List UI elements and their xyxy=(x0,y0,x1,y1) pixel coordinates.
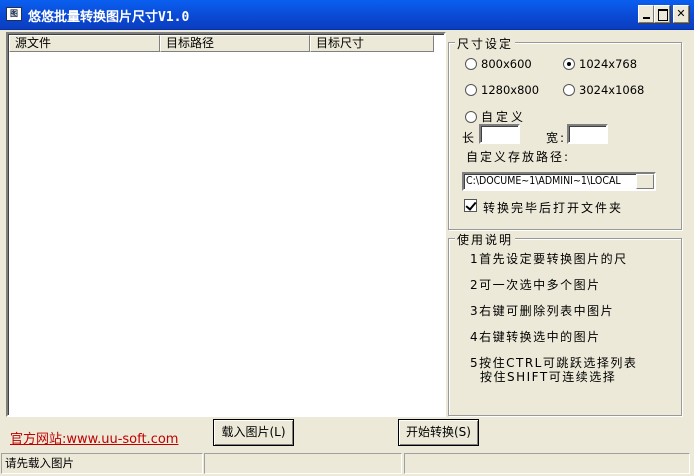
help-title: 使用说明 xyxy=(455,231,516,248)
width-input[interactable] xyxy=(567,124,608,144)
help-line: 3右键可删除列表中图片 xyxy=(470,304,615,318)
close-icon[interactable]: ✕ xyxy=(673,5,689,23)
help-line: 按住SHIFT可连续选择 xyxy=(480,370,617,384)
radio-off-icon xyxy=(465,84,477,96)
radio-off-icon xyxy=(465,110,477,123)
open-folder-label: 转换完毕后打开文件夹 xyxy=(483,201,624,215)
width-label: 宽: xyxy=(546,131,567,145)
radio-on-icon xyxy=(563,58,575,70)
status-panel-2 xyxy=(204,453,402,474)
open-folder-checkbox[interactable] xyxy=(464,199,477,212)
length-label: 长 xyxy=(462,131,477,145)
radio-1280x800-label: 1280x800 xyxy=(481,83,540,97)
status-panel-3 xyxy=(404,453,690,474)
column-target-size[interactable]: 目标尺寸 xyxy=(310,35,434,52)
size-settings-title: 尺寸设定 xyxy=(455,35,516,52)
maximize-icon[interactable] xyxy=(654,5,670,23)
length-input[interactable] xyxy=(479,124,520,144)
radio-1280x800[interactable]: 1280x800 xyxy=(465,83,539,97)
radio-3024x1068-label: 3024x1068 xyxy=(579,83,645,97)
status-panel-message: 请先载入图片 xyxy=(1,453,203,474)
help-line: 2可一次选中多个图片 xyxy=(470,278,601,292)
column-target-path[interactable]: 目标路径 xyxy=(160,35,310,52)
radio-3024x1068[interactable]: 3024x1068 xyxy=(563,83,644,97)
official-site-link[interactable]: 官方网站:www.uu-soft.com xyxy=(10,428,178,447)
load-images-button[interactable]: 载入图片(L) xyxy=(213,419,294,446)
radio-800x600-label: 800x600 xyxy=(481,57,532,71)
status-bar: 请先载入图片 xyxy=(0,452,694,476)
radio-1024x768-label: 1024x768 xyxy=(579,57,638,71)
column-source-file[interactable]: 源文件 xyxy=(9,35,160,52)
radio-1024x768[interactable]: 1024x768 xyxy=(563,57,637,71)
list-header: 源文件 目标路径 目标尺寸 xyxy=(9,35,434,52)
browse-path-button[interactable] xyxy=(636,174,654,189)
radio-off-icon xyxy=(563,84,575,96)
radio-800x600[interactable]: 800x600 xyxy=(465,57,532,71)
start-convert-button[interactable]: 开始转换(S) xyxy=(398,419,479,446)
radio-off-icon xyxy=(465,58,477,70)
help-line: 4右键转换选中的图片 xyxy=(470,330,601,344)
radio-custom[interactable]: 自定义 xyxy=(465,108,526,125)
radio-custom-label: 自定义 xyxy=(481,110,527,124)
help-line: 1首先设定要转换图片的尺 xyxy=(470,252,628,266)
custom-path-input[interactable]: C:\DOCUME~1\ADMINI~1\LOCAL xyxy=(462,172,656,191)
custom-path-label: 自定义存放路径: xyxy=(466,150,571,164)
app-icon: 图 xyxy=(6,7,22,21)
file-list[interactable]: 源文件 目标路径 目标尺寸 xyxy=(6,32,446,417)
window-title: 悠悠批量转换图片尺寸V1.0 xyxy=(28,10,190,25)
title-bar[interactable]: 图 悠悠批量转换图片尺寸V1.0 ✕ xyxy=(0,0,694,30)
minimize-icon[interactable] xyxy=(638,5,654,23)
